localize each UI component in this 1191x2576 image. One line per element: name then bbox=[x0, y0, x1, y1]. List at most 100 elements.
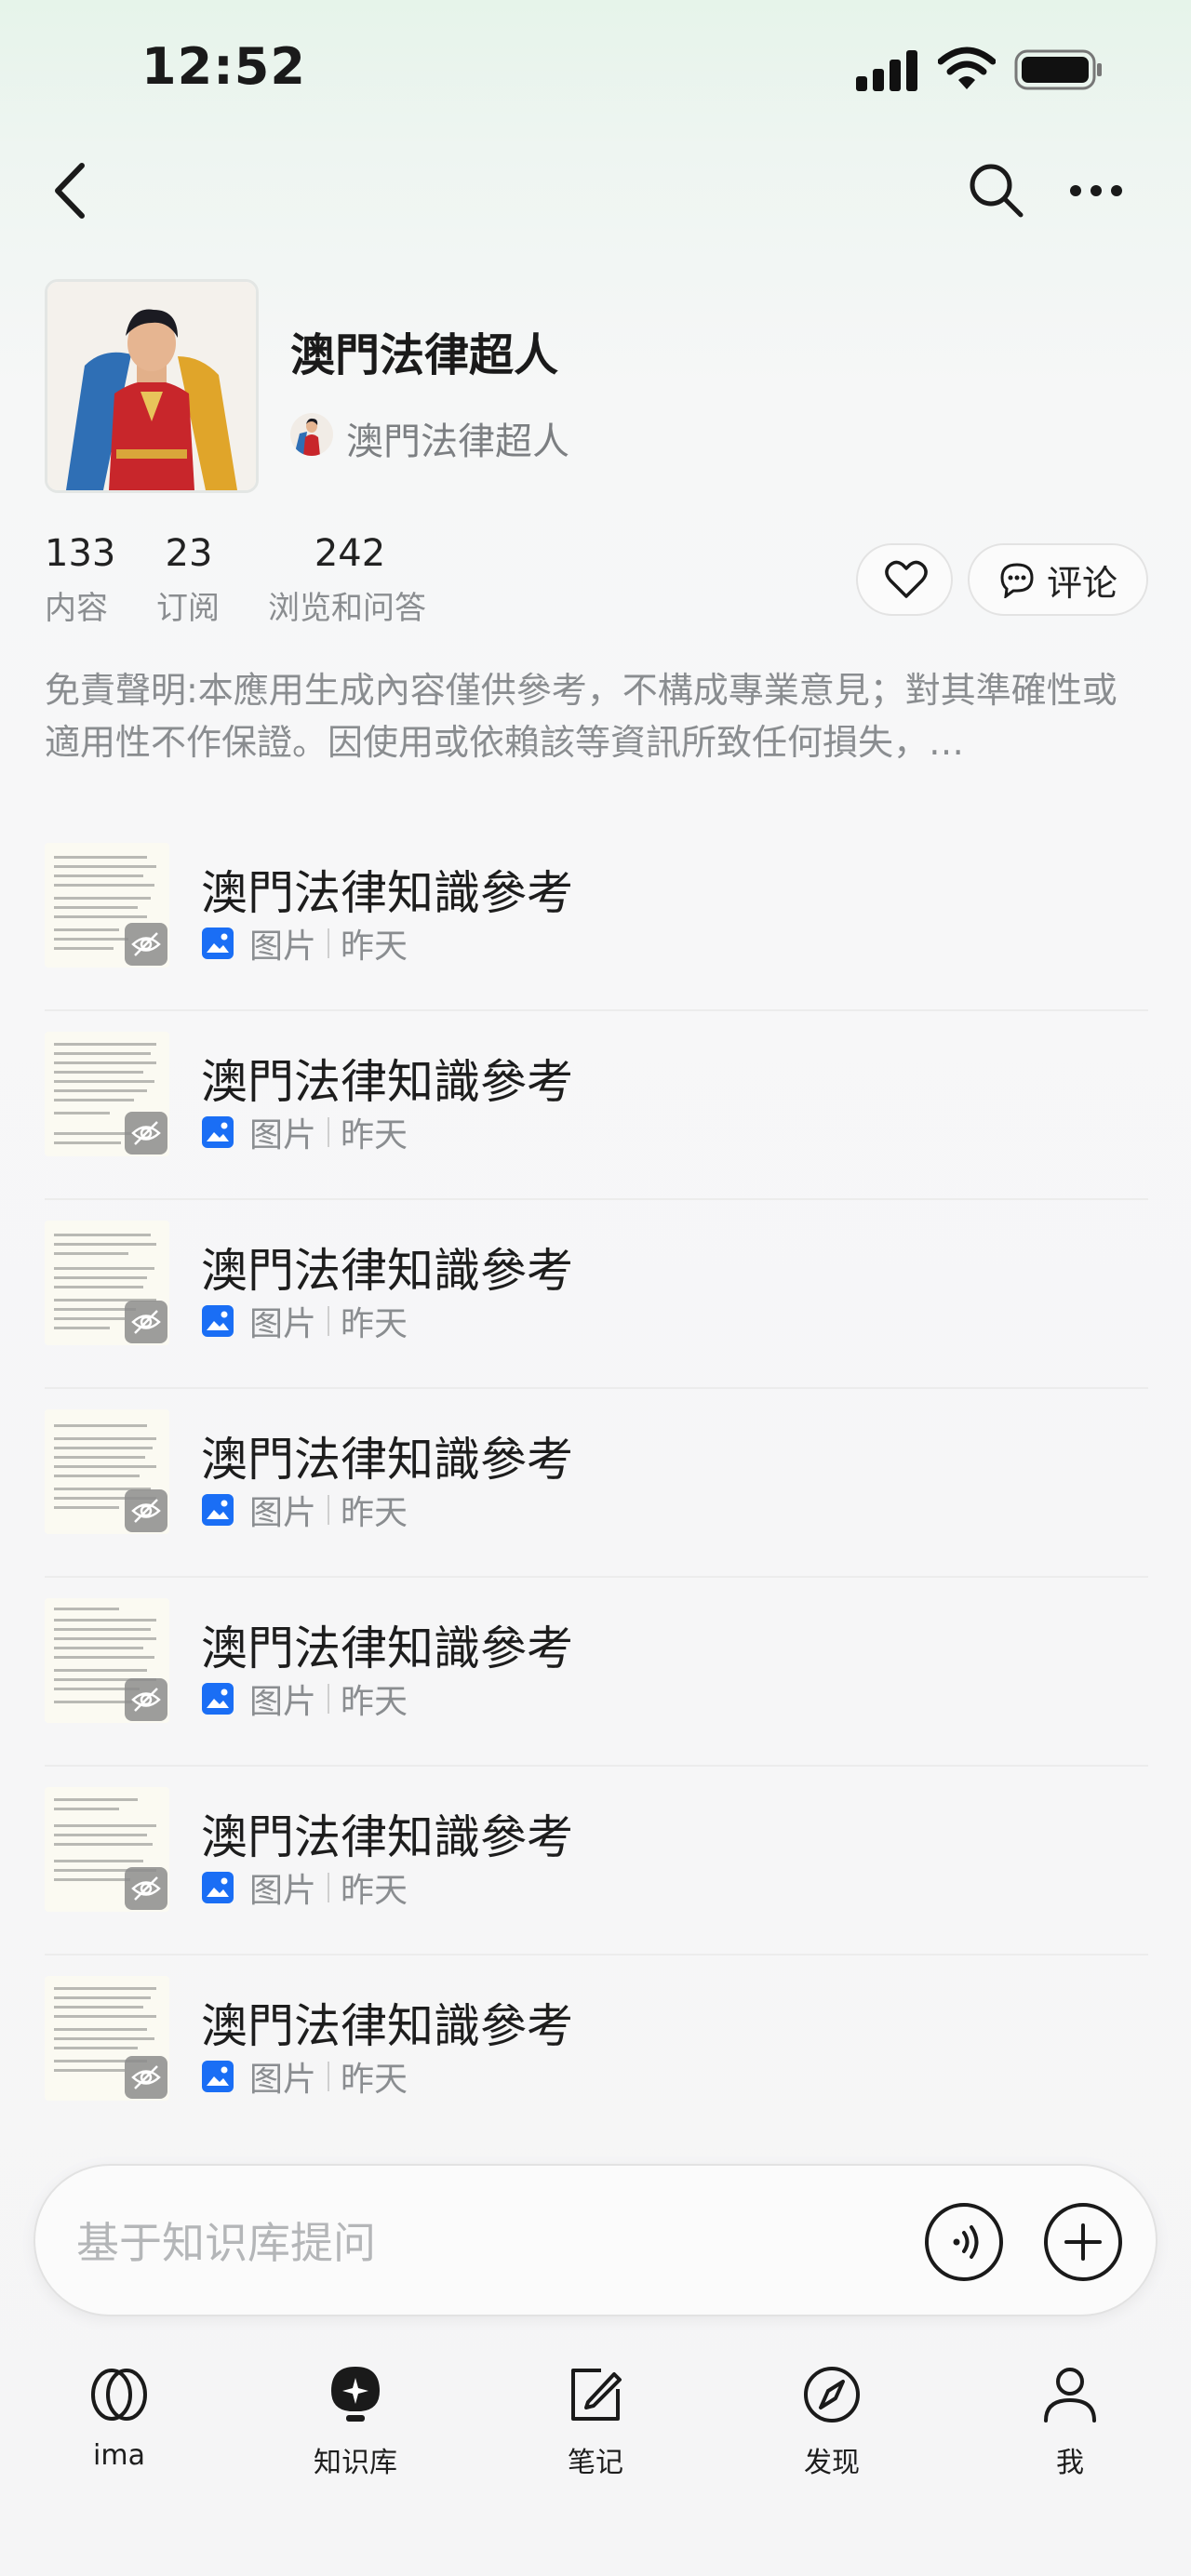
item-title: 澳門法律知識參考 bbox=[201, 1810, 573, 1864]
item-type: 图片 bbox=[249, 2061, 317, 2099]
tab-label: ima bbox=[93, 2439, 145, 2472]
item-time: 昨天 bbox=[341, 1683, 408, 1721]
eye-off-icon bbox=[125, 1867, 167, 1910]
item-title: 澳門法律知識參考 bbox=[201, 1433, 573, 1487]
comment-icon bbox=[1000, 563, 1034, 598]
image-icon bbox=[202, 1872, 234, 1903]
list-item[interactable]: 澳門法律知識參考 图片 昨天 bbox=[45, 1389, 1148, 1578]
item-time: 昨天 bbox=[341, 928, 408, 966]
stat-views-label: 浏览和问答 bbox=[268, 590, 426, 627]
item-time: 昨天 bbox=[341, 1872, 408, 1910]
more-icon[interactable] bbox=[1068, 177, 1124, 205]
item-meta: 图片 昨天 bbox=[201, 1297, 408, 1345]
stat-subscribe-label: 订阅 bbox=[156, 590, 220, 627]
tab-me[interactable]: 我 bbox=[986, 2363, 1154, 2480]
search-icon[interactable] bbox=[966, 160, 1025, 220]
item-type: 图片 bbox=[249, 1872, 317, 1910]
item-type: 图片 bbox=[249, 1116, 317, 1155]
item-meta: 图片 昨天 bbox=[201, 1863, 408, 1912]
document-thumbnail bbox=[45, 843, 169, 968]
knowledge-base-title: 澳門法律超人 bbox=[290, 329, 559, 381]
document-thumbnail bbox=[45, 1787, 169, 1912]
comment-label: 评论 bbox=[1046, 562, 1117, 604]
content-list: 澳門法律知識參考 图片 昨天 澳門法律知識參考 图片 昨天 澳門法律知識參考 图片昨… bbox=[45, 822, 1148, 2144]
tab-notes[interactable]: 笔记 bbox=[512, 2363, 679, 2480]
eye-off-icon bbox=[125, 1678, 167, 1721]
item-meta: 图片 昨天 bbox=[201, 1108, 408, 1156]
tab-discover[interactable]: 发现 bbox=[748, 2363, 916, 2480]
item-time: 昨天 bbox=[341, 1116, 408, 1155]
list-item[interactable]: 澳門法律知識參考 图片 昨天 bbox=[45, 822, 1148, 1011]
item-title: 澳門法律知識參考 bbox=[201, 1244, 573, 1298]
list-item[interactable]: 澳門法律知識參考 图片 昨天 bbox=[45, 1767, 1148, 1955]
item-title: 澳門法律知識參考 bbox=[201, 1622, 573, 1675]
wifi-icon bbox=[938, 47, 996, 89]
image-icon bbox=[202, 1116, 234, 1148]
image-icon bbox=[202, 1494, 234, 1526]
tab-ima[interactable]: ima bbox=[35, 2363, 203, 2472]
chevron-left-icon[interactable] bbox=[48, 158, 93, 223]
list-item[interactable]: 澳門法律知識參考 图片 昨天 bbox=[45, 1955, 1148, 2144]
eye-off-icon bbox=[125, 923, 167, 966]
tab-label: 笔记 bbox=[568, 2447, 623, 2479]
superhero-illustration bbox=[47, 282, 256, 490]
eye-off-icon bbox=[125, 1112, 167, 1155]
knowledge-base-cover bbox=[45, 279, 259, 493]
image-icon bbox=[202, 1305, 234, 1337]
item-type: 图片 bbox=[249, 1683, 317, 1721]
eye-off-icon bbox=[125, 1301, 167, 1343]
document-thumbnail bbox=[45, 1976, 169, 2101]
list-item[interactable]: 澳門法律知識參考 图片 昨天 bbox=[45, 1200, 1148, 1389]
image-icon bbox=[202, 2061, 234, 2092]
item-meta: 图片 昨天 bbox=[201, 1486, 408, 1534]
image-icon bbox=[202, 928, 234, 959]
stat-views-count: 242 bbox=[314, 532, 386, 575]
disclaimer-text[interactable]: 免責聲明:本應用生成內容僅供參考，不構成專業意見；對其準確性或適用性不作保證。因… bbox=[45, 664, 1148, 768]
avatar[interactable] bbox=[290, 413, 333, 456]
tab-bar: ima 知识库 笔记 发现 我 bbox=[0, 2344, 1191, 2576]
stat-content-label: 内容 bbox=[45, 590, 108, 627]
document-thumbnail bbox=[45, 1409, 169, 1534]
item-meta: 图片 昨天 bbox=[201, 919, 408, 968]
list-item[interactable]: 澳門法律知識參考 图片 昨天 bbox=[45, 1578, 1148, 1767]
comment-button[interactable]: 评论 bbox=[968, 543, 1148, 616]
item-meta: 图片 昨天 bbox=[201, 1675, 408, 1723]
status-time: 12:52 bbox=[141, 37, 306, 96]
note-icon bbox=[571, 2369, 622, 2421]
document-thumbnail bbox=[45, 1221, 169, 1345]
document-thumbnail bbox=[45, 1032, 169, 1156]
item-title: 澳門法律知識參考 bbox=[201, 866, 573, 920]
item-type: 图片 bbox=[249, 1305, 317, 1343]
tab-label: 我 bbox=[1056, 2447, 1084, 2479]
ask-bar bbox=[33, 2164, 1158, 2316]
user-icon bbox=[1044, 2368, 1096, 2423]
tab-label: 发现 bbox=[804, 2447, 860, 2479]
item-time: 昨天 bbox=[341, 1305, 408, 1343]
item-time: 昨天 bbox=[341, 1494, 408, 1532]
knowledge-base-icon bbox=[331, 2367, 380, 2422]
tab-knowledge-base[interactable]: 知识库 bbox=[272, 2363, 439, 2480]
item-type: 图片 bbox=[249, 1494, 317, 1532]
battery-icon bbox=[1014, 49, 1102, 90]
ask-input[interactable] bbox=[74, 2205, 897, 2281]
eye-off-icon bbox=[125, 1489, 167, 1532]
voice-input-icon[interactable] bbox=[923, 2201, 1005, 2283]
document-thumbnail bbox=[45, 1598, 169, 1723]
signal-icon bbox=[856, 50, 917, 91]
favorite-button[interactable] bbox=[856, 543, 953, 616]
image-icon bbox=[202, 1683, 234, 1715]
item-type: 图片 bbox=[249, 928, 317, 966]
item-time: 昨天 bbox=[341, 2061, 408, 2099]
item-title: 澳門法律知識參考 bbox=[201, 1055, 573, 1109]
stat-subscribe-count: 23 bbox=[165, 532, 213, 575]
stat-content-count: 133 bbox=[45, 532, 116, 575]
add-icon[interactable] bbox=[1042, 2201, 1124, 2283]
compass-icon bbox=[804, 2367, 860, 2423]
eye-off-icon bbox=[125, 2056, 167, 2099]
item-title: 澳門法律知識參考 bbox=[201, 1999, 573, 2053]
owner-name[interactable]: 澳門法律超人 bbox=[346, 411, 569, 465]
tab-label: 知识库 bbox=[314, 2447, 397, 2479]
heart-icon bbox=[885, 560, 928, 598]
list-item[interactable]: 澳門法律知識參考 图片 昨天 bbox=[45, 1011, 1148, 1200]
ima-logo-icon bbox=[91, 2369, 147, 2421]
